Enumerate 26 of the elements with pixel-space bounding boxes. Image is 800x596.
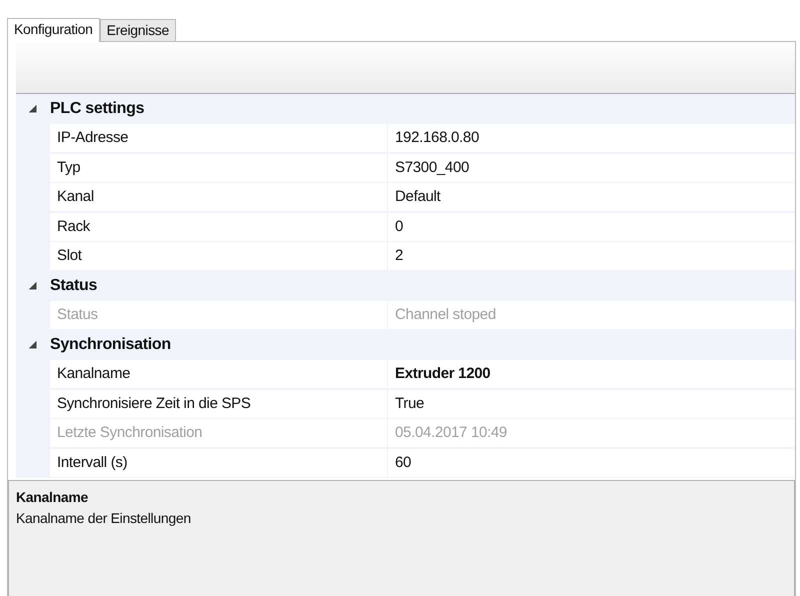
collapse-arrow-icon[interactable] [29,282,37,290]
property-name[interactable]: Synchronisiere Zeit in die SPS [50,390,388,418]
property-name[interactable]: Typ [50,154,388,182]
tab[interactable]: Ereignisse [100,19,176,41]
property-value[interactable]: 2 [388,242,795,270]
property-value[interactable]: True [388,390,795,418]
collapse-arrow-icon[interactable] [29,104,37,113]
property-value[interactable]: 0 [388,212,795,241]
description-text: Kanalname der Einstellungen [16,508,192,528]
tab[interactable]: Konfiguration [7,18,100,42]
collapse-arrow-icon[interactable] [29,340,37,349]
property-name[interactable]: Intervall (s) [50,448,388,477]
property-value[interactable]: Default [388,183,795,212]
property-name[interactable]: Kanal [50,183,388,212]
property-value[interactable]: Extruder 1200 [388,360,795,388]
category-title: PLC settings [50,98,144,119]
property-name[interactable]: IP-Adresse [50,124,388,152]
category-title: Synchronisation [50,334,171,355]
property-name[interactable]: Rack [50,212,388,241]
property-value[interactable]: 192.168.0.80 [388,124,795,152]
property-value[interactable]: 60 [388,448,795,477]
property-value[interactable]: S7300_400 [388,154,795,182]
description-title: Kanalname [16,488,89,506]
property-name[interactable]: Kanalname [50,360,388,388]
category-title: Status [50,276,98,296]
property-name[interactable]: Slot [50,242,388,270]
